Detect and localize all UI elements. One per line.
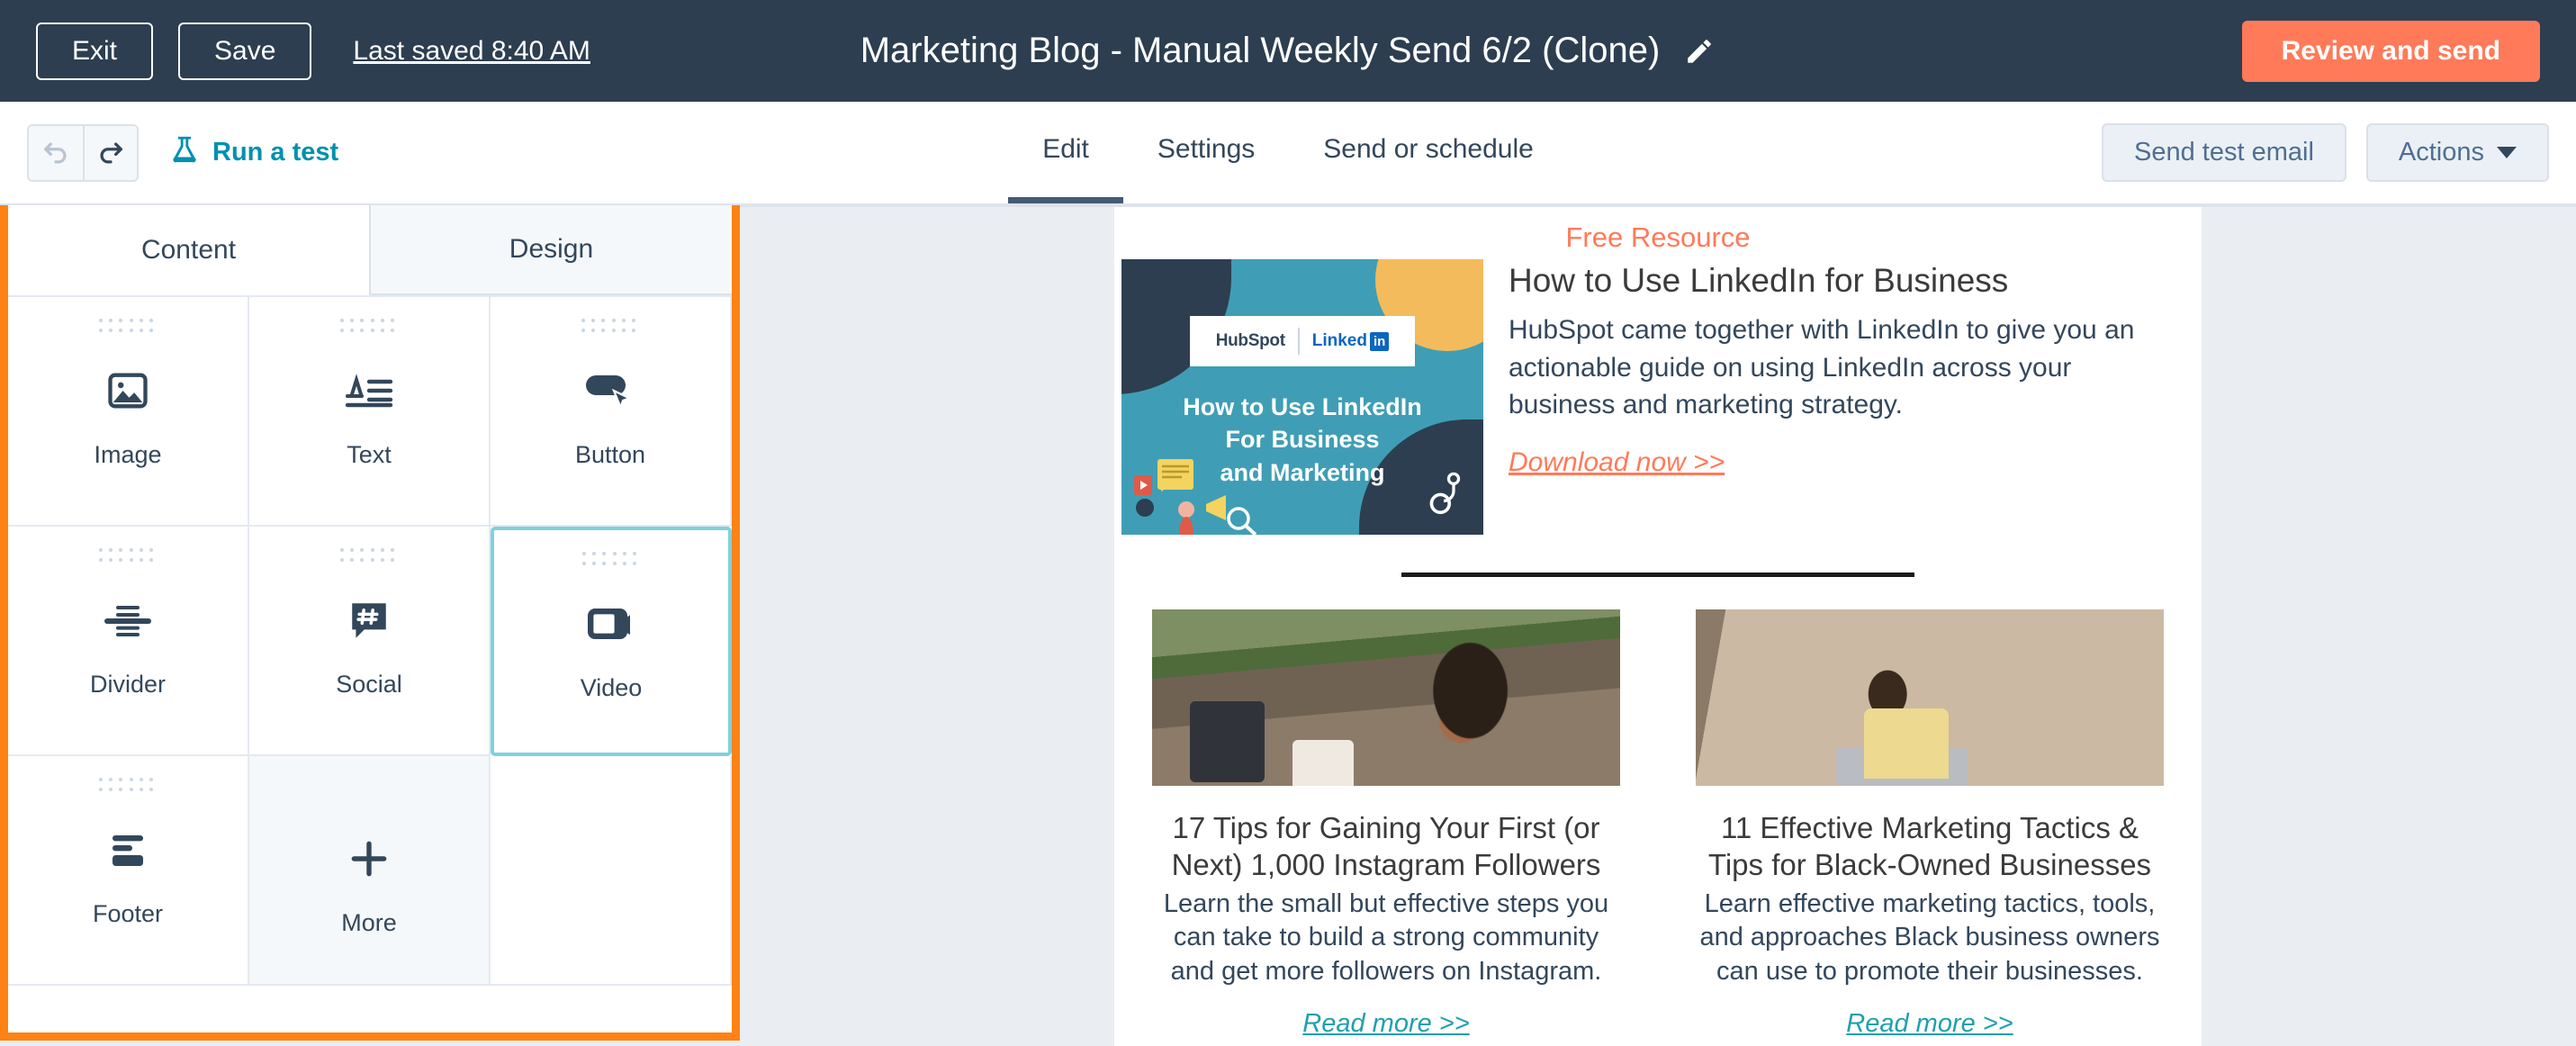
- last-saved-status[interactable]: Last saved 8:40 AM: [353, 36, 590, 67]
- article-description: Learn effective marketing tactics, tools…: [1699, 888, 2160, 986]
- article-title: 11 Effective Marketing Tactics & Tips fo…: [1707, 811, 2152, 882]
- pencil-icon[interactable]: [1683, 35, 1716, 68]
- send-test-email-label: Send test email: [2134, 138, 2314, 167]
- sidebar-tab-bar: Content Design: [8, 205, 732, 295]
- module-tile-social[interactable]: Social: [249, 527, 491, 756]
- free-resource-eyebrow: Free Resource: [1565, 221, 1751, 253]
- plus-icon: [347, 830, 392, 888]
- module-tile-grid: Image Text Button Divider Social Video F…: [8, 295, 732, 1032]
- review-and-send-button[interactable]: Review and send: [2241, 20, 2540, 82]
- footer-icon: [104, 821, 152, 879]
- cover-logo-lockup: HubSpot Linked in: [1190, 316, 1415, 366]
- module-tile-more[interactable]: More: [249, 756, 491, 986]
- save-button[interactable]: Save: [178, 22, 312, 80]
- hubspot-logo: HubSpot: [1215, 331, 1285, 350]
- hubspot-sprocket-icon: [1429, 472, 1461, 515]
- sidebar-tab-content[interactable]: Content: [8, 205, 369, 295]
- drag-handle-icon[interactable]: [582, 552, 640, 568]
- drag-handle-icon[interactable]: [99, 319, 157, 335]
- module-label: Divider: [89, 671, 167, 698]
- exit-button[interactable]: Exit: [36, 22, 154, 80]
- module-label: Button: [574, 441, 646, 468]
- resource-text-block: How to Use LinkedIn for Business HubSpot…: [1483, 259, 2202, 478]
- actions-label: Actions: [2398, 138, 2484, 167]
- module-tile-button[interactable]: Button: [491, 297, 732, 527]
- caret-down-icon: [2497, 147, 2517, 158]
- tab-send-or-schedule[interactable]: Send or schedule: [1289, 102, 1568, 203]
- resource-title: How to Use LinkedIn for Business: [1509, 262, 2009, 299]
- module-tile-video[interactable]: Video: [491, 527, 732, 756]
- module-tile-divider[interactable]: Divider: [8, 527, 249, 756]
- actions-dropdown-button[interactable]: Actions: [2365, 123, 2549, 182]
- redo-arrow-icon[interactable]: [83, 125, 137, 180]
- section-divider: [1401, 573, 1914, 577]
- module-label: Video: [580, 674, 643, 701]
- drag-handle-icon[interactable]: [99, 778, 157, 794]
- article-thumbnail: [1696, 609, 2164, 786]
- email-body: Free Resource HubSpot Linked in How to Us: [1114, 207, 2202, 1046]
- download-now-link[interactable]: Download now >>: [1509, 447, 1725, 478]
- toolbar-right-group: Send test email Actions: [2102, 123, 2549, 182]
- module-label: Footer: [92, 900, 164, 927]
- toolbar-left-group: Run a test: [27, 123, 338, 182]
- module-label: More: [341, 909, 397, 936]
- run-a-test-button[interactable]: Run a test: [169, 134, 338, 172]
- tab-settings[interactable]: Settings: [1123, 102, 1289, 203]
- flask-icon: [169, 134, 200, 172]
- drag-handle-icon[interactable]: [581, 319, 639, 335]
- page-title: Marketing Blog - Manual Weekly Send 6/2 …: [860, 31, 1661, 70]
- image-icon: [104, 362, 151, 419]
- resource-description: HubSpot came together with LinkedIn to g…: [1509, 315, 2135, 420]
- send-test-email-button[interactable]: Send test email: [2102, 123, 2346, 182]
- sidebar-tab-design[interactable]: Design: [369, 205, 732, 295]
- module-tile-text[interactable]: Text: [249, 297, 491, 527]
- run-a-test-label: Run a test: [212, 138, 339, 167]
- social-hashtag-icon: [347, 591, 392, 649]
- article-description: Learn the small but effective steps you …: [1163, 888, 1609, 986]
- resource-cover-image: HubSpot Linked in How to Use LinkedIn For…: [1121, 259, 1483, 535]
- drag-handle-icon[interactable]: [340, 548, 398, 564]
- email-preview-canvas[interactable]: Free Resource HubSpot Linked in How to Us: [740, 205, 2576, 1046]
- undo-arrow-icon[interactable]: [29, 125, 83, 180]
- resource-module[interactable]: HubSpot Linked in How to Use LinkedIn For…: [1114, 259, 2202, 535]
- module-tile-placeholder: [491, 756, 732, 986]
- button-icon: [584, 362, 636, 419]
- editor-toolbar: Run a test Edit Settings Send or schedul…: [0, 102, 2576, 205]
- header-left-group: Exit Save Last saved 8:40 AM: [36, 22, 590, 80]
- article-thumbnail: [1152, 609, 1620, 786]
- read-more-link[interactable]: Read more >>: [1152, 1009, 1620, 1039]
- content-sidebar: Content Design Image Text Button Divider…: [0, 205, 740, 1041]
- tab-edit[interactable]: Edit: [1008, 102, 1123, 203]
- text-icon: [344, 362, 394, 419]
- divider-icon: [104, 591, 152, 649]
- linkedin-logo: Linked in: [1300, 331, 1390, 351]
- module-tile-footer[interactable]: Footer: [8, 756, 249, 986]
- cover-illustration: [1134, 459, 1256, 535]
- drag-handle-icon[interactable]: [99, 548, 157, 564]
- read-more-link[interactable]: Read more >>: [1696, 1009, 2164, 1039]
- undo-redo-group: [27, 123, 139, 182]
- module-label: Text: [347, 441, 392, 468]
- header-right-group: Review and send: [2241, 20, 2540, 82]
- video-camera-icon: [586, 595, 636, 653]
- drag-handle-icon[interactable]: [340, 319, 398, 335]
- module-tile-image[interactable]: Image: [8, 297, 249, 527]
- module-label: Image: [94, 441, 162, 468]
- article-columns: 17 Tips for Gaining Your First (or Next)…: [1114, 609, 2202, 1046]
- article-column[interactable]: 11 Effective Marketing Tactics & Tips fo…: [1696, 609, 2164, 1046]
- app-header: Exit Save Last saved 8:40 AM Marketing B…: [0, 0, 2576, 102]
- module-label: Social: [336, 671, 402, 698]
- article-column[interactable]: 17 Tips for Gaining Your First (or Next)…: [1152, 609, 1620, 1046]
- editor-body: Content Design Image Text Button Divider…: [0, 205, 2576, 1046]
- article-title: 17 Tips for Gaining Your First (or Next)…: [1171, 811, 1601, 882]
